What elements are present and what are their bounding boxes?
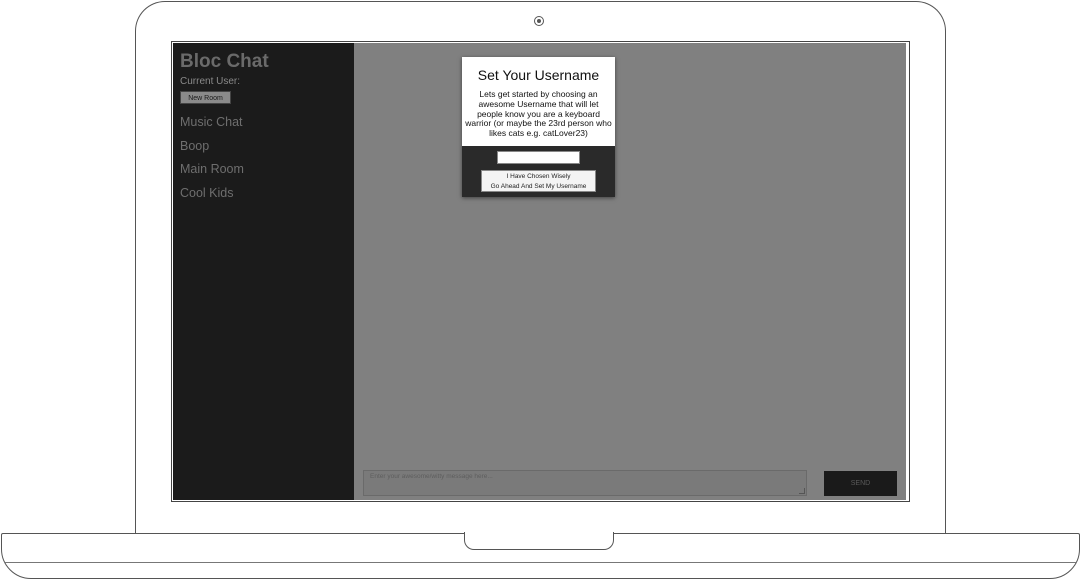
- room-list: Music Chat Boop Main Room Cool Kids: [180, 114, 244, 208]
- laptop-notch: [464, 532, 614, 550]
- modal-footer: I Have Chosen Wisely Go Ahead And Set My…: [462, 146, 615, 197]
- set-username-button[interactable]: I Have Chosen Wisely Go Ahead And Set My…: [481, 170, 596, 192]
- username-input[interactable]: [497, 151, 580, 164]
- room-item[interactable]: Main Room: [180, 161, 244, 185]
- resize-handle-icon[interactable]: [799, 488, 805, 494]
- room-item[interactable]: Cool Kids: [180, 185, 244, 209]
- modal-description: Lets get started by choosing an awesome …: [465, 89, 612, 139]
- set-username-button-line2: Go Ahead And Set My Username: [490, 183, 587, 190]
- username-modal: Set Your Username Lets get started by ch…: [462, 57, 615, 197]
- send-button[interactable]: SEND: [824, 471, 897, 496]
- message-input-box[interactable]: Enter your awesome/witty message here...: [363, 470, 807, 496]
- sidebar: Bloc Chat Current User: New Room Music C…: [173, 43, 354, 500]
- webcam-icon: [534, 16, 544, 26]
- new-room-button[interactable]: New Room: [180, 91, 231, 104]
- app-screen: Bloc Chat Current User: New Room Music C…: [173, 43, 906, 500]
- room-item[interactable]: Boop: [180, 138, 244, 162]
- set-username-button-line1: I Have Chosen Wisely: [506, 173, 571, 180]
- room-item[interactable]: Music Chat: [180, 114, 244, 138]
- app-title: Bloc Chat: [180, 51, 269, 72]
- modal-header: Set Your Username Lets get started by ch…: [462, 57, 615, 146]
- laptop-base-line: [4, 562, 1077, 563]
- current-user-label: Current User:: [180, 76, 241, 87]
- message-input[interactable]: Enter your awesome/witty message here...: [370, 473, 493, 480]
- modal-title: Set Your Username: [477, 67, 600, 83]
